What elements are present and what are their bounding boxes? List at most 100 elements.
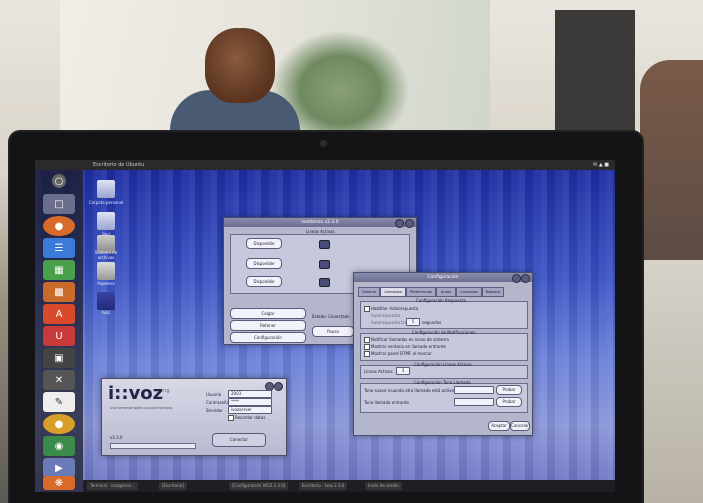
server-label: Servidor	[206, 408, 223, 413]
background-person	[640, 60, 703, 260]
appcenter-icon[interactable]: A	[43, 304, 75, 324]
text-editor-icon[interactable]: ✎	[43, 392, 75, 412]
tab-general[interactable]: General	[358, 287, 380, 297]
dtmf-checkbox[interactable]	[364, 351, 370, 357]
desktop-label: Ivoz	[101, 310, 111, 315]
network-icon[interactable]: ◉	[43, 436, 75, 456]
writer-icon[interactable]: ☰	[43, 238, 75, 258]
calc-icon[interactable]: ▦	[43, 260, 75, 280]
photo-icon[interactable]: ▶	[43, 458, 75, 478]
impress-icon[interactable]: ▩	[43, 282, 75, 302]
line-button[interactable]	[319, 278, 330, 287]
top-panel: Escritorio de Ubuntu ✉ ▲ ■	[35, 160, 615, 170]
webcam	[320, 140, 327, 147]
username-label: Usuario	[206, 392, 222, 397]
trash-icon[interactable]	[97, 262, 115, 280]
laptop-screen: Escritorio de Ubuntu ✉ ▲ ■ ○ □ ● ☰ ▦ ▩ A…	[35, 160, 615, 492]
tab-audio[interactable]: Audio	[436, 287, 456, 297]
window-title: Ivoztones v2.3.0	[301, 220, 339, 225]
tab-preferences[interactable]: Preferencias	[406, 287, 436, 297]
show-window-label: Mostrar ventana en llamada entrante	[371, 344, 446, 349]
ivoz-logo: i::vozng	[108, 383, 170, 404]
settings-button[interactable]: Configuración	[230, 332, 306, 343]
desktop-label: Carpeta personal	[88, 200, 124, 205]
config-window: Configuración General Llamadas Preferenc…	[353, 272, 533, 436]
home-folder-icon[interactable]	[97, 180, 115, 198]
ringtone-label: Tono suave (cuando otra llamada está act…	[364, 388, 456, 393]
server-input[interactable]: ivozserver	[228, 406, 272, 414]
section-header: Configuración Líneas Activas	[414, 362, 472, 367]
line-status: Disponible	[246, 276, 282, 287]
cancel-button[interactable]: Cancelar	[510, 421, 530, 431]
connect-button[interactable]: Conectar	[212, 433, 266, 447]
section-header: Configuración Tono Llamada	[414, 380, 471, 385]
delay-unit: segundos	[422, 320, 442, 325]
system-icon[interactable]: ●	[43, 414, 75, 434]
version-label: v2.3.0	[110, 435, 123, 440]
notify-checkbox[interactable]	[364, 337, 370, 343]
username-input[interactable]: 2003	[228, 390, 272, 398]
hold-button[interactable]: Retener	[230, 320, 306, 331]
firefox-icon[interactable]: ●	[43, 216, 75, 236]
person-head	[205, 28, 275, 103]
ubuntu-one-icon[interactable]: U	[43, 326, 75, 346]
progress-bar	[110, 443, 196, 449]
minimize-button[interactable]	[512, 274, 521, 283]
close-button[interactable]	[405, 219, 414, 228]
section-header: Configuración de Notificaciones	[412, 330, 476, 335]
ringtone-select[interactable]	[454, 386, 494, 394]
tagline: IVOZ SOFTPHONE BASED ON IAX/SIP PROTOCOL	[110, 407, 173, 410]
system-tray[interactable]: ✉ ▲ ■	[593, 161, 609, 169]
taskbar-item[interactable]: Escritorio - Ivoz 2.3.0	[299, 482, 348, 490]
autoanswer-checkbox[interactable]	[364, 306, 370, 312]
taskbar-item[interactable]: Inicio de sesión	[365, 482, 402, 490]
ringtone-select[interactable]	[454, 398, 494, 406]
tab-contacts[interactable]: Contactos	[456, 287, 482, 297]
hangup-button[interactable]: Colgar	[230, 308, 306, 319]
line-button[interactable]	[319, 260, 330, 269]
minimize-button[interactable]	[395, 219, 404, 228]
folder-icon[interactable]	[97, 292, 115, 310]
tab-log[interactable]: Registro	[482, 287, 504, 297]
pause-button[interactable]: Pausa	[312, 326, 354, 337]
password-label: Contraseña	[206, 400, 229, 405]
taskbar: Terminal - ivoz@ivoz... [Escritorio] [Co…	[83, 480, 615, 492]
active-lines-label: Líneas Activas	[364, 369, 393, 374]
taskbar-item[interactable]: Terminal - ivoz@ivoz...	[87, 482, 138, 490]
ok-button[interactable]: Aceptar	[488, 421, 510, 431]
logo-text: i::voz	[108, 383, 164, 404]
logo-sup: ng	[163, 388, 170, 394]
delay-input[interactable]: 5	[406, 318, 420, 326]
workspace-icon[interactable]: ▣	[43, 348, 75, 368]
active-lines-spinner[interactable]: 3	[396, 367, 410, 375]
network-folder-icon[interactable]	[97, 212, 115, 230]
notify-label: Notificar llamadas en icono de sistema	[371, 337, 449, 342]
close-button[interactable]	[521, 274, 530, 283]
titlebar: Configuración	[354, 273, 532, 283]
taskbar-item[interactable]: [Escritorio]	[159, 482, 187, 490]
show-window-checkbox[interactable]	[364, 344, 370, 350]
desktop-label: Sistema de archivos	[94, 250, 118, 260]
taskbar-item[interactable]: [Configuración IVOZ 2.3.0]	[229, 482, 289, 490]
test-ringtone-button[interactable]: Probar	[496, 385, 522, 395]
delay-label: Autorespuesta tras	[371, 320, 410, 325]
remember-checkbox[interactable]	[228, 415, 234, 421]
line-status: Disponible	[246, 238, 282, 249]
home-icon[interactable]: ○	[52, 174, 66, 188]
autoanswer-label: Habilitar Autorespuesta	[371, 306, 419, 311]
remember-label: Recordar datos	[235, 415, 266, 420]
line-button[interactable]	[319, 240, 330, 249]
test-ringtone-button[interactable]: Probar	[496, 397, 522, 407]
dtmf-label: Mostrar panel DTMF al marcar	[371, 351, 432, 356]
desktop-label: Papelera	[97, 281, 115, 286]
status-label: Estado: Conectado	[312, 314, 350, 319]
ringtone-label: Tono llamada entrante	[364, 400, 409, 405]
line-status: Disponible	[246, 258, 282, 269]
files-icon[interactable]: □	[43, 194, 75, 214]
settings-icon[interactable]: ✕	[43, 370, 75, 390]
launcher: ○ □ ● ☰ ▦ ▩ A U ▣ ✕ ✎ ● ◉ ▶ ❋	[35, 170, 83, 492]
password-input[interactable]: ****	[228, 398, 272, 406]
tab-calls[interactable]: Llamadas	[380, 287, 406, 297]
close-button[interactable]	[274, 382, 283, 391]
butterfly-icon[interactable]: ❋	[43, 476, 75, 490]
